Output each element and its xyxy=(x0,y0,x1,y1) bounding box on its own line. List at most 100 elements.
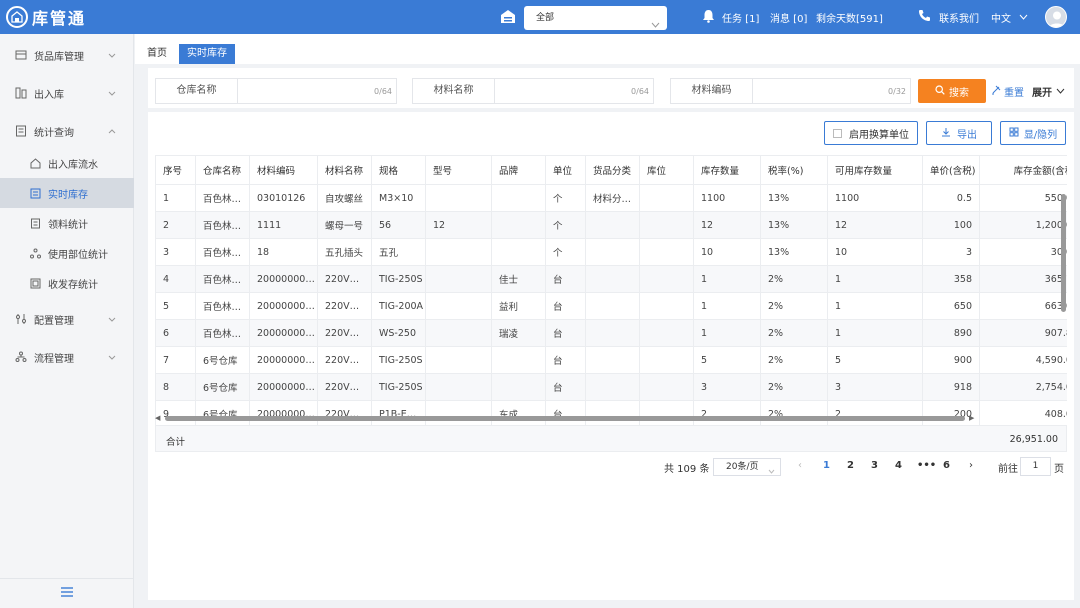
warehouse-icon[interactable] xyxy=(500,9,516,27)
column-header[interactable]: 库存金额(含税) xyxy=(979,155,1067,185)
sidebar-item-goods[interactable]: 货品库管理 xyxy=(0,40,134,70)
page-ellipsis[interactable]: ••• xyxy=(917,460,936,471)
table-cell: 1111 xyxy=(249,211,318,239)
table-cell: 百色林… xyxy=(195,184,250,212)
column-header[interactable]: 库位 xyxy=(639,155,694,185)
material-code-input[interactable]: 0/32 xyxy=(753,79,910,103)
prev-page-button[interactable]: ‹ xyxy=(798,460,802,471)
sidebar-item-flow[interactable]: 出入库流水 xyxy=(0,148,134,178)
horizontal-scrollbar-thumb[interactable] xyxy=(165,416,965,421)
table-cell: 1,200.00 xyxy=(979,211,1067,239)
warehouse-select[interactable]: 全部 xyxy=(524,6,667,30)
table-cell: 台 xyxy=(545,373,586,401)
material-name-field[interactable]: 材料名称 0/64 xyxy=(412,78,654,104)
expand-label: 展开 xyxy=(1032,87,1052,99)
menu-icon xyxy=(61,587,73,600)
column-header[interactable]: 品牌 xyxy=(491,155,546,185)
chevron-right-icon[interactable]: ▶ xyxy=(969,414,974,422)
horizontal-scrollbar[interactable]: ◀ ▶ xyxy=(155,414,1067,422)
column-header[interactable]: 货品分类 xyxy=(585,155,640,185)
sidebar-item-usage-dept[interactable]: 使用部位统计 xyxy=(0,238,134,268)
table-row[interactable]: 3百色林…18五孔插头五孔个1013%10330.00 xyxy=(155,238,1067,266)
warehouse-name-input[interactable]: 0/64 xyxy=(238,79,396,103)
material-name-input[interactable]: 0/64 xyxy=(495,79,653,103)
reset-button[interactable]: 重置 xyxy=(991,79,1024,103)
expand-button[interactable]: 展开 xyxy=(1032,79,1065,103)
reset-label: 重置 xyxy=(1004,87,1024,99)
column-header[interactable]: 规格 xyxy=(371,155,426,185)
reset-icon xyxy=(991,85,1001,98)
warehouse-name-field[interactable]: 仓库名称 0/64 xyxy=(155,78,397,104)
search-icon xyxy=(935,84,945,98)
table-cell xyxy=(491,184,546,212)
table-cell: 五孔插头 xyxy=(317,238,372,266)
page-number[interactable]: 3 xyxy=(871,460,878,471)
table-row[interactable]: 2百色林…1111螺母一号5612个1213%121001,200.00 xyxy=(155,211,1067,239)
page-number[interactable]: 4 xyxy=(895,460,902,471)
grid-icon xyxy=(1009,127,1019,140)
column-header[interactable]: 税率(%) xyxy=(760,155,828,185)
chevron-down-icon xyxy=(108,50,116,61)
column-header[interactable]: 单位 xyxy=(545,155,586,185)
sidebar-item-inout[interactable]: 出入库 xyxy=(0,78,134,108)
table-cell: 220V… xyxy=(317,373,372,401)
show-hide-columns-button[interactable]: 显/隐列 xyxy=(1000,121,1066,145)
collapse-sidebar-button[interactable] xyxy=(0,578,134,608)
table-cell: 2% xyxy=(760,292,828,320)
column-header[interactable]: 型号 xyxy=(425,155,492,185)
goto-page-input[interactable]: 1 xyxy=(1020,457,1051,476)
column-header[interactable]: 库存数量 xyxy=(693,155,761,185)
page-number[interactable]: 6 xyxy=(943,460,950,471)
table-cell: 6 xyxy=(155,319,196,347)
contact-link[interactable]: 联系我们 xyxy=(918,0,979,34)
tab-home[interactable]: 首页 xyxy=(139,44,175,64)
avatar[interactable] xyxy=(1045,6,1067,28)
total-count: 共 109 条 xyxy=(664,463,710,475)
material-code-field[interactable]: 材料编码 0/32 xyxy=(670,78,911,104)
export-button[interactable]: 导出 xyxy=(926,121,992,145)
app-logo[interactable]: 库管通 xyxy=(6,6,86,28)
table-cell xyxy=(425,265,492,293)
table-row[interactable]: 8 6号仓库 20000000… 220V… TIG-250S 台 3 2% 3 918 2,754… xyxy=(155,373,1067,401)
table-cell: 20000000… xyxy=(249,319,318,347)
sidebar-item-realtime-stock[interactable]: 实时库存 xyxy=(0,178,134,208)
column-header[interactable]: 仓库名称 xyxy=(195,155,250,185)
table-row[interactable]: 1 百色林… 03010126 自攻螺丝 M3×10 个材料分… 1100 13% 1100 0.… xyxy=(155,184,1067,212)
sidebar-item-receive-send[interactable]: 收发存统计 xyxy=(0,268,134,298)
sidebar-item-requisition[interactable]: 领料统计 xyxy=(0,208,134,238)
table-row[interactable]: 4 百色林… 20000000… 220V… TIG-250S 佳士台 1 2% 1 358 365… xyxy=(155,265,1067,293)
vertical-scrollbar[interactable] xyxy=(1061,194,1066,312)
table-cell: 13% xyxy=(760,211,828,239)
table-cell: TIG-250S xyxy=(371,346,426,374)
summary-total: 26,951.00 xyxy=(1009,434,1058,445)
tab-realtime-stock[interactable]: 实时库存 xyxy=(179,44,235,64)
sidebar-item-stats[interactable]: 统计查询 xyxy=(0,116,134,146)
table-cell: 13% xyxy=(760,184,828,212)
table-cell: 6号仓库 xyxy=(195,373,250,401)
table-cell: 1100 xyxy=(693,184,761,212)
page-number[interactable]: 2 xyxy=(847,460,854,471)
table-cell: 220V… xyxy=(317,292,372,320)
convert-unit-toggle[interactable]: 启用换算单位 xyxy=(824,121,918,145)
sidebar-item-process[interactable]: 流程管理 xyxy=(0,342,134,372)
column-header[interactable]: 单价(含税) xyxy=(922,155,980,185)
checkbox[interactable] xyxy=(833,128,842,138)
column-header[interactable]: 可用库存数量 xyxy=(827,155,923,185)
page-size-select[interactable]: 20条/页 xyxy=(713,458,781,476)
column-header[interactable]: 序号 xyxy=(155,155,196,185)
table-row[interactable]: 6百色林…20000000…220V…WS-250瑞凌台12%1890907.8… xyxy=(155,319,1067,347)
page-number[interactable]: 1 xyxy=(823,460,830,471)
table-cell: 56 xyxy=(371,211,426,239)
language-select[interactable]: 中文 xyxy=(991,0,1028,34)
chevron-left-icon[interactable]: ◀ xyxy=(155,414,160,422)
table-row[interactable]: 7 6号仓库 20000000… 220V… TIG-250S 台 5 2% 5 900 4,590… xyxy=(155,346,1067,374)
sidebar-item-config[interactable]: 配置管理 xyxy=(0,304,134,334)
messages-link[interactable]: 消息 [0] xyxy=(770,0,807,34)
table-row[interactable]: 5 百色林… 20000000… 220V… TIG-200A 益利台 1 2% 1 650 663… xyxy=(155,292,1067,320)
table-cell: 5 xyxy=(693,346,761,374)
tasks-link[interactable]: 任务 [1] xyxy=(702,0,759,34)
column-header[interactable]: 材料名称 xyxy=(317,155,372,185)
search-button[interactable]: 搜索 xyxy=(918,79,986,103)
next-page-button[interactable]: › xyxy=(969,460,973,471)
column-header[interactable]: 材料编码 xyxy=(249,155,318,185)
